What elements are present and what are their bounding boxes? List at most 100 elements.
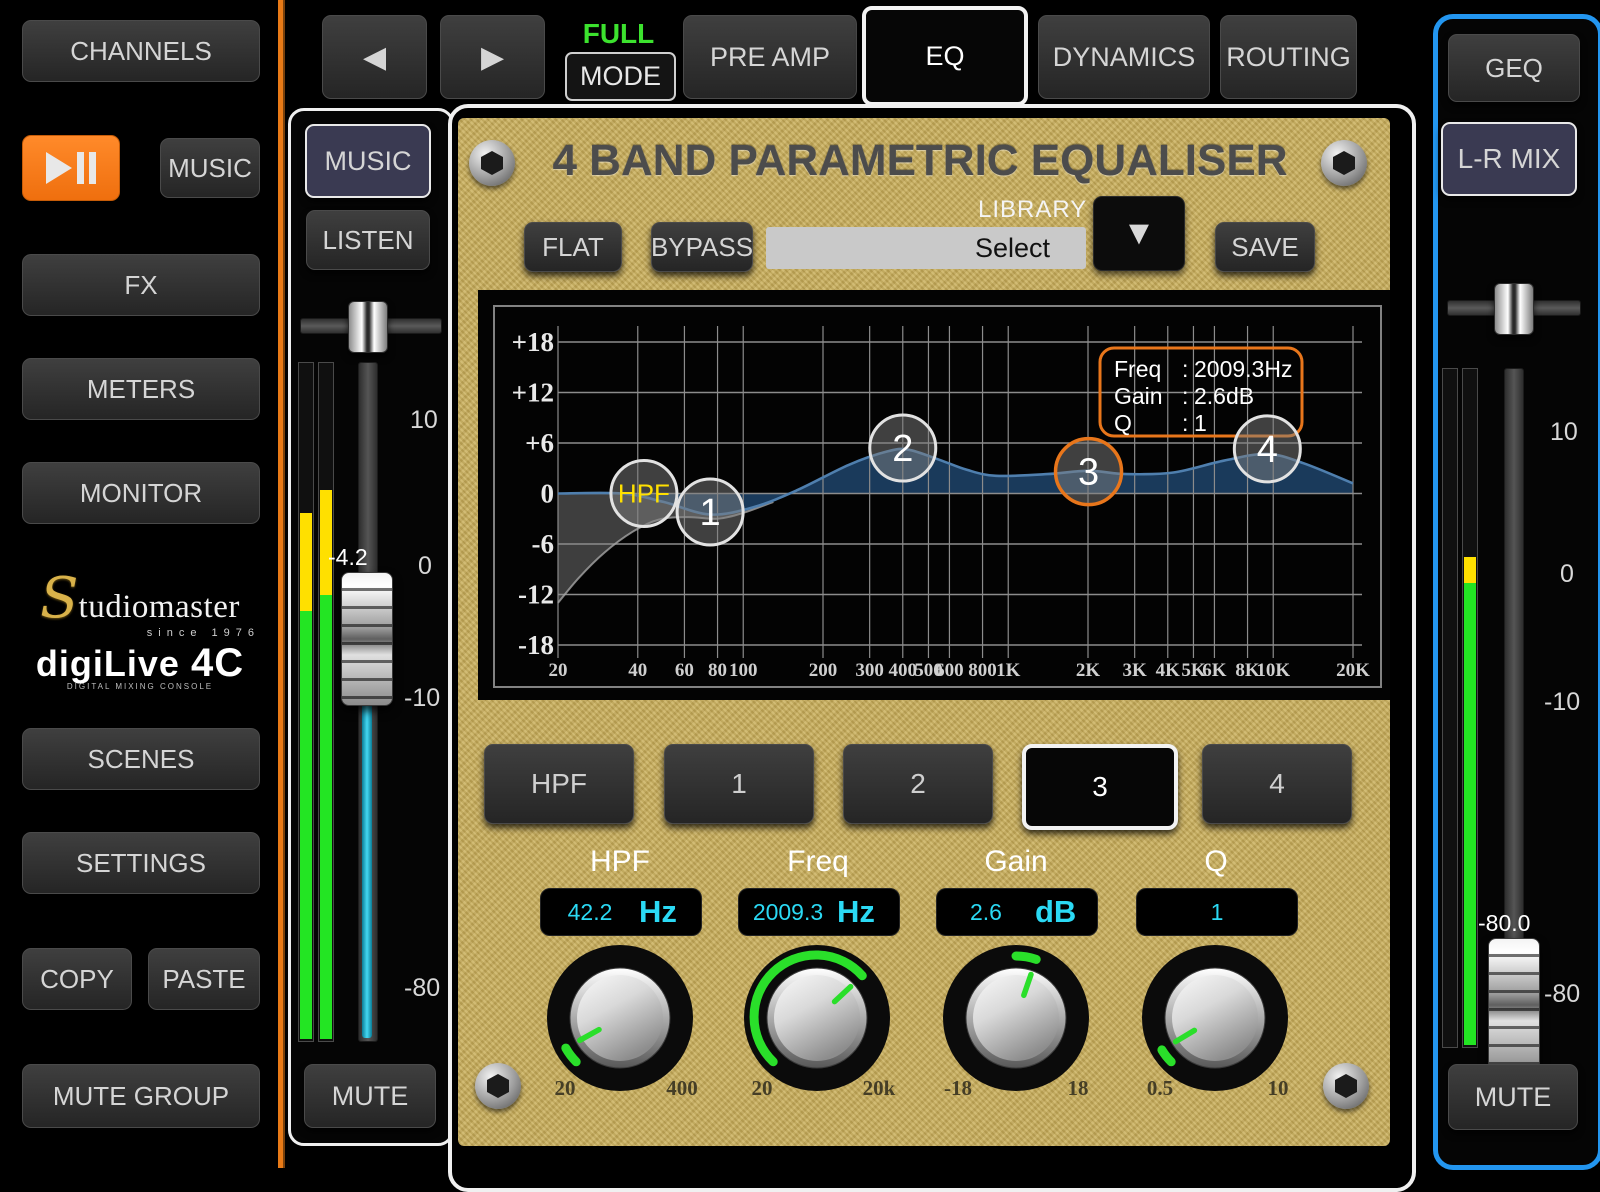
scenes-button[interactable]: SCENES — [22, 728, 260, 790]
gain-knob[interactable] — [941, 943, 1091, 1093]
master-fader-cap[interactable] — [1488, 938, 1540, 1072]
master-meter-left — [1442, 368, 1458, 1048]
screw-icon — [1321, 140, 1367, 186]
mute-group-button[interactable]: MUTE GROUP — [22, 1064, 260, 1128]
eq-node-3[interactable]: 3 — [1056, 439, 1122, 505]
master-scale-n80: -80 — [1544, 980, 1580, 1009]
monitor-button[interactable]: MONITOR — [22, 462, 260, 524]
svg-text:400: 400 — [889, 660, 918, 681]
meters-button[interactable]: METERS — [22, 358, 260, 420]
channel-mute-button[interactable]: MUTE — [304, 1064, 436, 1128]
band-button-2[interactable]: 2 — [843, 744, 993, 824]
play-pause-button[interactable] — [22, 135, 120, 201]
channels-button[interactable]: CHANNELS — [22, 20, 260, 82]
library-dropdown-button[interactable]: ▼ — [1093, 196, 1185, 271]
copy-button[interactable]: COPY — [22, 948, 132, 1010]
svg-text:1: 1 — [1194, 410, 1207, 436]
master-scale-10: 10 — [1550, 418, 1578, 447]
gain-knob-max: 18 — [1046, 1076, 1110, 1101]
flat-button[interactable]: FLAT — [524, 222, 622, 272]
prev-channel-button[interactable]: ◀ — [322, 15, 427, 99]
master-mute-button[interactable]: MUTE — [1448, 1064, 1578, 1130]
freq-value: 2009.3 — [739, 899, 837, 926]
master-fader-value: -80.0 — [1478, 910, 1530, 937]
svg-text:+18: +18 — [512, 327, 554, 357]
screw-icon — [475, 1063, 521, 1109]
master-name-button[interactable]: L-R MIX — [1441, 122, 1577, 196]
gain-knob-min: -18 — [926, 1076, 990, 1101]
tab-dynamics[interactable]: DYNAMICS — [1038, 15, 1210, 99]
hpf-unit: Hz — [639, 894, 701, 930]
band-button-hpf[interactable]: HPF — [484, 744, 634, 824]
svg-text:20K: 20K — [1336, 660, 1370, 681]
eq-node-4[interactable]: 4 — [1234, 416, 1300, 482]
library-select[interactable]: Select — [766, 227, 1086, 269]
brand-model: 4C — [191, 641, 244, 685]
dropdown-arrow-icon: ▼ — [1122, 214, 1156, 253]
sidebar-divider — [278, 0, 285, 1168]
fx-button[interactable]: FX — [22, 254, 260, 316]
settings-button[interactable]: SETTINGS — [22, 832, 260, 894]
svg-text:6K: 6K — [1202, 660, 1227, 681]
fader-cap[interactable] — [341, 572, 393, 706]
screw-icon — [1323, 1063, 1369, 1109]
svg-text:3: 3 — [1078, 452, 1099, 494]
fader-track-active — [362, 700, 372, 1038]
svg-text:20: 20 — [549, 660, 568, 681]
music-button[interactable]: MUSIC — [160, 138, 260, 198]
mode-button[interactable]: MODE — [565, 52, 676, 101]
fader-scale-n80: -80 — [404, 974, 440, 1003]
svg-text:+12: +12 — [512, 378, 554, 408]
svg-text:3K: 3K — [1123, 660, 1148, 681]
eq-node-hpf[interactable]: HPF — [611, 461, 677, 527]
eq-node-1[interactable]: 1 — [677, 479, 743, 545]
svg-text:2K: 2K — [1076, 660, 1101, 681]
channel-name-button[interactable]: MUSIC — [305, 124, 431, 198]
freq-unit: Hz — [837, 894, 899, 930]
eq-node-2[interactable]: 2 — [870, 415, 936, 481]
band-button-3[interactable]: 3 — [1022, 744, 1178, 830]
brand-logo: Studiomaster since 1976 digiLive 4C DIGI… — [14, 566, 266, 691]
svg-text:1K: 1K — [996, 660, 1021, 681]
q-knob[interactable] — [1140, 943, 1290, 1093]
brand-product: digiLive — [36, 643, 180, 684]
listen-button[interactable]: LISTEN — [306, 210, 430, 270]
svg-text:300: 300 — [855, 660, 884, 681]
tab-routing[interactable]: ROUTING — [1220, 15, 1357, 99]
eq-graph[interactable]: +18+12+60-6-12-1820406080100200300400500… — [478, 290, 1390, 700]
curve-fills — [558, 449, 1353, 603]
fader-scale-n10: -10 — [404, 684, 440, 713]
q-value-display: 1 — [1136, 888, 1298, 936]
fader-value: -4.2 — [328, 544, 368, 571]
fader-scale-0: 0 — [418, 552, 432, 581]
bypass-button[interactable]: BYPASS — [651, 222, 753, 272]
save-button[interactable]: SAVE — [1215, 222, 1315, 272]
next-channel-button[interactable]: ▶ — [440, 15, 545, 99]
gain-value-display: 2.6 dB — [936, 888, 1098, 936]
geq-button[interactable]: GEQ — [1448, 34, 1580, 102]
svg-text:80: 80 — [708, 660, 727, 681]
pan-slider-handle[interactable] — [348, 301, 388, 353]
svg-text:2.6dB: 2.6dB — [1194, 383, 1254, 409]
svg-text:200: 200 — [809, 660, 838, 681]
tab-pre-amp[interactable]: PRE AMP — [683, 15, 857, 99]
q-knob-max: 10 — [1246, 1076, 1310, 1101]
svg-text:4: 4 — [1257, 429, 1278, 471]
svg-text:-6: -6 — [532, 529, 555, 559]
svg-text:0: 0 — [541, 479, 555, 509]
svg-text:2: 2 — [892, 428, 913, 470]
hpf-knob[interactable] — [545, 943, 695, 1093]
band-button-1[interactable]: 1 — [664, 744, 814, 824]
prev-arrow-icon: ◀ — [363, 40, 386, 75]
gain-value: 2.6 — [937, 899, 1035, 926]
tab-eq[interactable]: EQ — [862, 6, 1028, 106]
gain-unit: dB — [1035, 894, 1097, 930]
freq-knob[interactable] — [742, 943, 892, 1093]
band-button-4[interactable]: 4 — [1202, 744, 1352, 824]
svg-text:40: 40 — [628, 660, 647, 681]
svg-text:10K: 10K — [1256, 660, 1290, 681]
paste-button[interactable]: PASTE — [148, 948, 260, 1010]
svg-text:-12: -12 — [518, 580, 554, 610]
master-pan-handle[interactable] — [1494, 283, 1534, 335]
hpf-knob-min: 20 — [533, 1076, 597, 1101]
